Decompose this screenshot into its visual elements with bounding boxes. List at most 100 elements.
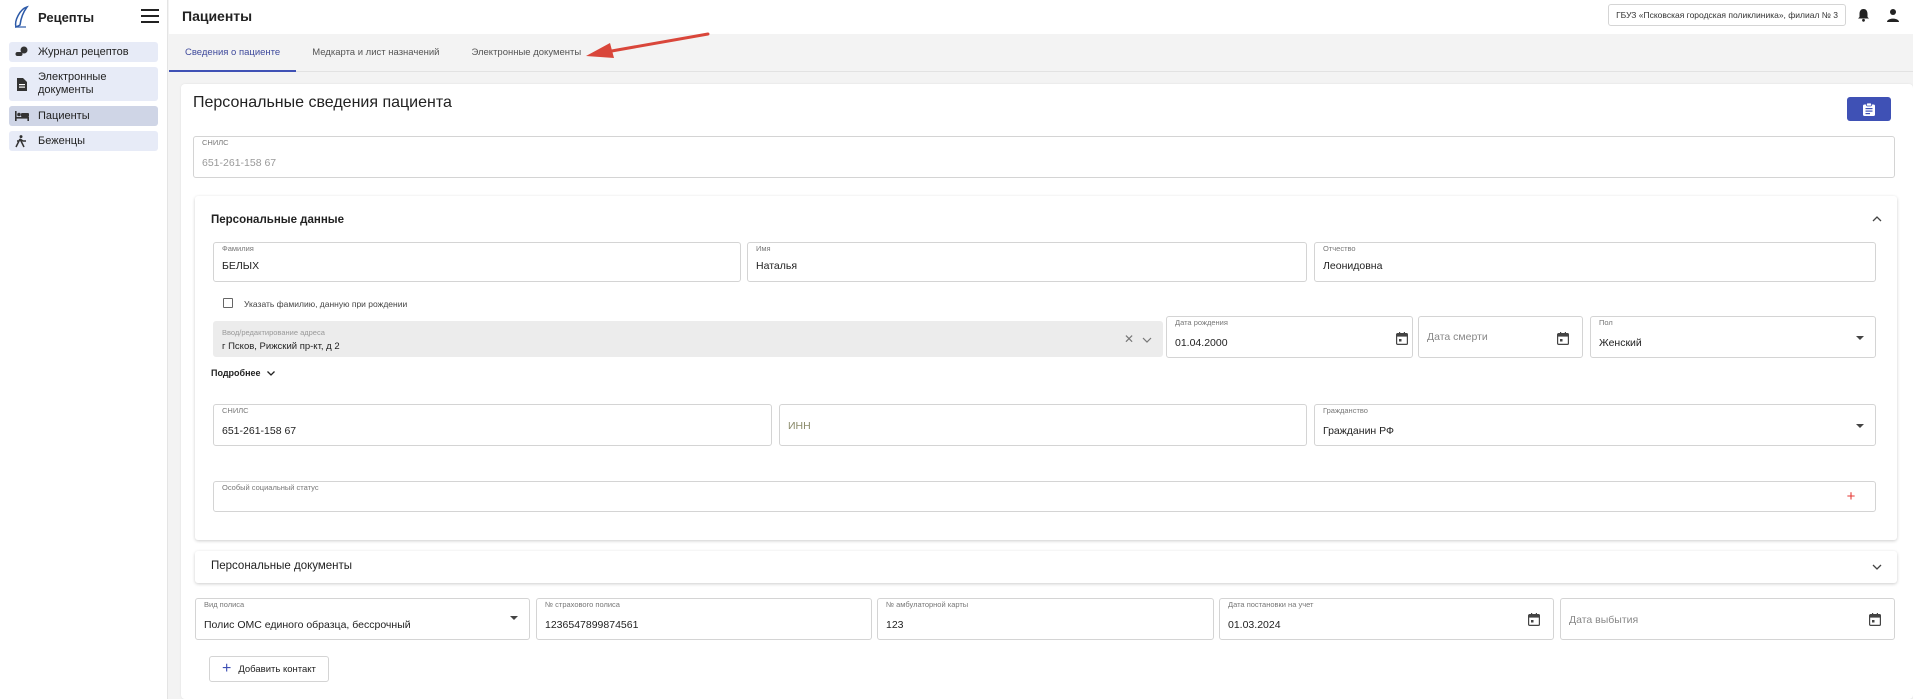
tab-patient-info[interactable]: Сведения о пациенте: [169, 34, 297, 72]
patient-content-card: Персональные сведения пациента СНИЛС 651…: [181, 84, 1913, 699]
address-field[interactable]: Ввод/редактирование адреса г Псков, Рижс…: [213, 321, 1163, 357]
field-placeholder: Дата смерти: [1427, 331, 1488, 343]
panel-title: Персональные документы: [211, 560, 353, 572]
sidebar-item-prescriptions[interactable]: Журнал рецептов: [9, 42, 158, 62]
add-contact-button[interactable]: + Добавить контакт: [209, 656, 329, 682]
section-heading: Персональные сведения пациента: [193, 94, 452, 111]
field-value: 651-261-158 67: [222, 425, 297, 437]
birth-surname-checkbox[interactable]: [223, 298, 233, 308]
sidebar-item-label: Пациенты: [38, 109, 90, 122]
user-account-icon[interactable]: [1881, 4, 1905, 26]
chevron-down-icon[interactable]: [1140, 333, 1154, 347]
field-value: Леонидовна: [1323, 260, 1383, 272]
annotation-arrow: [586, 32, 710, 58]
top-header: Пациенты ГБУЗ «Псковская городская полик…: [169, 0, 1913, 34]
sidebar-item-patients[interactable]: Пациенты: [9, 106, 158, 126]
tab-bar: Сведения о пациенте Медкарта и лист назн…: [169, 34, 1913, 72]
chevron-down-icon[interactable]: [1870, 560, 1884, 574]
dropdown-arrow-icon[interactable]: [1853, 419, 1867, 433]
tab-electronic-docs[interactable]: Электронные документы: [455, 34, 597, 71]
sidebar-item-edocs[interactable]: Электронные документы: [9, 67, 158, 101]
field-value: 01.04.2000: [1175, 337, 1228, 349]
policy-type-select[interactable]: Вид полиса Полис ОМС единого образца, бе…: [195, 598, 530, 640]
field-label: Дата рождения: [1175, 318, 1228, 327]
sex-select[interactable]: Пол Женский: [1590, 316, 1876, 358]
chevron-up-icon[interactable]: [1870, 212, 1884, 226]
snils-top-field[interactable]: СНИЛС 651-261-158 67: [193, 136, 1895, 178]
add-status-plus-icon[interactable]: +: [1844, 488, 1858, 505]
field-label: № страхового полиса: [545, 600, 620, 609]
personal-data-panel: Персональные данные Фамилия БЕЛЫХ Имя На…: [195, 196, 1897, 540]
hamburger-menu-icon[interactable]: [141, 9, 159, 25]
name-field[interactable]: Имя Наталья: [747, 242, 1307, 282]
patronymic-field[interactable]: Отчество Леонидовна: [1314, 242, 1876, 282]
calendar-icon[interactable]: [1556, 331, 1570, 345]
field-value: 1236547899874561: [545, 619, 639, 631]
field-placeholder: ИНН: [788, 420, 811, 432]
snils-field[interactable]: СНИЛС 651-261-158 67: [213, 404, 772, 446]
leave-date-field[interactable]: Дата выбытия: [1560, 598, 1895, 640]
field-label: Отчество: [1323, 244, 1356, 253]
citizenship-select[interactable]: Гражданство Гражданин РФ: [1314, 404, 1876, 446]
field-placeholder: Дата выбытия: [1569, 614, 1639, 626]
dropdown-arrow-icon[interactable]: [1853, 331, 1867, 345]
registration-date-field[interactable]: Дата постановки на учет 01.03.2024: [1219, 598, 1554, 640]
field-label: Дата постановки на учет: [1228, 600, 1314, 609]
more-details-toggle[interactable]: Подробнее: [211, 368, 275, 378]
field-label: Ввод/редактирование адреса: [222, 328, 325, 337]
calendar-icon[interactable]: [1527, 612, 1541, 626]
field-value: Гражданин РФ: [1323, 425, 1395, 437]
clipboard-document-button[interactable]: [1847, 97, 1891, 121]
sidebar-item-refugees[interactable]: Беженцы: [9, 131, 158, 151]
pills-icon: [15, 45, 29, 59]
death-date-field[interactable]: Дата смерти: [1418, 316, 1583, 358]
field-label: Имя: [756, 244, 771, 253]
field-value: БЕЛЫХ: [222, 260, 260, 272]
field-label: № амбулаторной карты: [886, 600, 969, 609]
sidebar-item-label: Журнал рецептов: [38, 45, 129, 58]
field-value: 01.03.2024: [1228, 619, 1281, 631]
field-label: Гражданство: [1323, 406, 1368, 415]
surname-field[interactable]: Фамилия БЕЛЫХ: [213, 242, 741, 282]
field-label: Особый социальный статус: [222, 483, 319, 492]
tab-medcard[interactable]: Медкарта и лист назначений: [296, 34, 455, 71]
policy-number-field[interactable]: № страхового полиса 1236547899874561: [536, 598, 872, 640]
panel-title: Персональные данные: [211, 214, 344, 226]
calendar-icon[interactable]: [1868, 612, 1882, 626]
dropdown-arrow-icon[interactable]: [507, 611, 521, 625]
bed-icon: [15, 109, 29, 123]
notifications-bell-icon[interactable]: [1851, 4, 1875, 26]
field-label: СНИЛС: [222, 406, 249, 415]
field-value: Женский: [1599, 337, 1642, 349]
field-label: СНИЛС: [202, 138, 229, 147]
field-value: 123: [886, 619, 904, 631]
organization-selector[interactable]: ГБУЗ «Псковская городская поликлиника», …: [1608, 4, 1846, 26]
chevron-down-icon: [266, 370, 275, 376]
sidebar-nav: Журнал рецептов Электронные документы Па…: [0, 34, 167, 151]
field-value: Наталья: [756, 260, 798, 272]
clear-icon[interactable]: ✕: [1122, 332, 1136, 346]
app-title: Рецепты: [38, 9, 95, 25]
clipboard-icon: [1863, 102, 1875, 116]
add-contact-label: Добавить контакт: [238, 663, 316, 675]
field-value: 651-261-158 67: [202, 157, 277, 169]
inn-field[interactable]: ИНН: [779, 404, 1307, 446]
page-title: Пациенты: [182, 8, 253, 24]
field-label: Вид полиса: [204, 600, 245, 609]
walking-person-icon: [15, 134, 29, 148]
outpatient-card-field[interactable]: № амбулаторной карты 123: [877, 598, 1214, 640]
calendar-icon[interactable]: [1395, 331, 1409, 345]
field-value: Полис ОМС единого образца, бессрочный: [204, 619, 411, 631]
checkbox-label: Указать фамилию, данную при рождении: [244, 299, 408, 309]
sidebar-item-label: Электронные документы: [38, 71, 107, 96]
app-logo-icon: [14, 5, 29, 29]
social-status-field[interactable]: Особый социальный статус +: [213, 481, 1876, 512]
sidebar-item-label: Беженцы: [38, 134, 85, 147]
more-details-label: Подробнее: [211, 368, 261, 378]
personal-documents-panel[interactable]: Персональные документы: [195, 551, 1897, 583]
field-label: Пол: [1599, 318, 1613, 327]
birth-date-field[interactable]: Дата рождения 01.04.2000: [1166, 316, 1413, 358]
document-icon: [15, 77, 29, 91]
plus-icon: +: [222, 660, 232, 677]
field-label: Фамилия: [222, 244, 254, 253]
